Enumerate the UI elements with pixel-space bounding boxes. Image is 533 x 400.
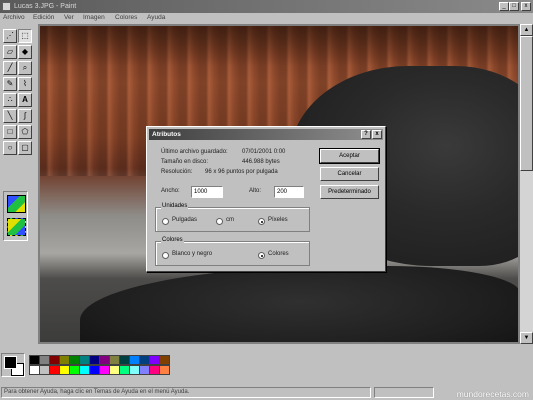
minimize-button[interactable]: _: [499, 2, 509, 11]
dialog-help-button[interactable]: ?: [361, 130, 371, 139]
width-label: Ancho:: [161, 188, 180, 194]
default-button[interactable]: Predeterminado: [320, 185, 379, 199]
polygon-tool[interactable]: ⬠: [18, 125, 32, 139]
eraser-tool[interactable]: ▱: [3, 45, 17, 59]
menu-imagen[interactable]: Imagen: [83, 14, 105, 21]
window-title: Lucas 3.JPG - Paint: [14, 3, 77, 10]
colors-legend: Colores: [161, 237, 184, 243]
cat-body: [80, 266, 518, 342]
pencil-tool[interactable]: ✎: [3, 77, 17, 91]
palette-swatch[interactable]: [159, 365, 170, 375]
accept-button[interactable]: Aceptar: [319, 148, 380, 164]
scroll-up-button[interactable]: ▲: [520, 24, 533, 36]
radio-pixeles[interactable]: [258, 218, 265, 225]
width-input[interactable]: 1000: [191, 186, 223, 198]
radio-blanco-negro[interactable]: [162, 252, 169, 259]
units-group: Unidades Pulgadas cm Píxeles: [155, 203, 310, 232]
transparent-option-icon[interactable]: [7, 218, 26, 236]
ellipse-tool[interactable]: ○: [3, 141, 17, 155]
resolution-label: Resolución:: [161, 169, 193, 175]
opaque-option-icon[interactable]: [7, 195, 26, 213]
paint-app-icon[interactable]: [2, 2, 11, 11]
units-cm-label: cm: [226, 217, 234, 223]
radio-colores[interactable]: [258, 252, 265, 259]
magnifier-tool[interactable]: ⌕: [18, 61, 32, 75]
scroll-thumb[interactable]: [520, 36, 533, 171]
eyedropper-tool[interactable]: ╱: [3, 61, 17, 75]
units-legend: Unidades: [161, 203, 189, 209]
dialog-close-button[interactable]: x: [372, 130, 382, 139]
fill-tool[interactable]: ◆: [18, 45, 32, 59]
status-bar: Para obtener Ayuda, haga clic en Temas d…: [0, 385, 533, 400]
color-palette: [0, 352, 533, 382]
colors-group: Colores Blanco y negro Colores: [155, 237, 310, 266]
brush-tool[interactable]: ⌇: [18, 77, 32, 91]
attributes-dialog: Atributos ? x Último archivo guardado: 0…: [146, 126, 386, 272]
menu-ver[interactable]: Ver: [64, 14, 74, 21]
foreground-color: [4, 356, 17, 369]
dialog-title-bar: Atributos ? x: [149, 129, 383, 140]
colors-color-label: Colores: [268, 251, 289, 257]
palette-swatch[interactable]: [159, 355, 170, 365]
maximize-button[interactable]: □: [509, 2, 519, 11]
close-button[interactable]: x: [521, 2, 531, 11]
menu-ayuda[interactable]: Ayuda: [147, 14, 165, 21]
disk-size-label: Tamaño en disco:: [161, 159, 209, 165]
scroll-down-button[interactable]: ▼: [520, 332, 533, 344]
menu-edicion[interactable]: Edición: [33, 14, 54, 21]
airbrush-tool[interactable]: ∴: [3, 93, 17, 107]
units-pulgadas-label: Pulgadas: [172, 217, 198, 223]
cancel-button[interactable]: Cancelar: [320, 167, 379, 181]
units-pixeles-label: Píxeles: [268, 217, 288, 223]
free-select-tool[interactable]: ⋰: [3, 29, 17, 43]
height-label: Alto:: [249, 188, 262, 194]
colors-bw-label: Blanco y negro: [172, 251, 213, 257]
toolbox: ⋰ ⬚ ▱ ◆ ╱ ⌕ ✎ ⌇ ∴ A ╲ ∫ □ ⬠ ○ ▢: [0, 26, 38, 344]
menu-colores[interactable]: Colores: [115, 14, 137, 21]
dialog-title: Atributos: [152, 131, 181, 138]
status-message: Para obtener Ayuda, haga clic en Temas d…: [1, 387, 371, 398]
tool-options: [3, 191, 28, 241]
text-tool[interactable]: A: [18, 93, 32, 107]
radio-pulgadas[interactable]: [162, 218, 169, 225]
radio-cm[interactable]: [216, 218, 223, 225]
status-coords: [374, 387, 434, 398]
rounded-rect-tool[interactable]: ▢: [18, 141, 32, 155]
disk-size-value: 446.988 bytes: [242, 159, 280, 165]
last-saved-label: Último archivo guardado:: [161, 149, 228, 155]
menu-bar: Archivo Edición Ver Imagen Colores Ayuda: [0, 13, 533, 24]
vertical-scrollbar[interactable]: ▲ ▼: [520, 24, 533, 344]
rect-select-tool[interactable]: ⬚: [18, 29, 32, 43]
resolution-value: 96 x 96 puntos por pulgada: [205, 169, 278, 175]
last-saved-value: 07/01/2001 0:00: [242, 149, 286, 155]
rectangle-tool[interactable]: □: [3, 125, 17, 139]
curve-tool[interactable]: ∫: [18, 109, 32, 123]
current-colors: [1, 353, 25, 377]
title-bar: Lucas 3.JPG - Paint _ □ x: [0, 0, 533, 13]
watermark: mundorecetas.com: [456, 389, 529, 399]
height-input[interactable]: 200: [274, 186, 304, 198]
line-tool[interactable]: ╲: [3, 109, 17, 123]
menu-archivo[interactable]: Archivo: [3, 14, 25, 21]
